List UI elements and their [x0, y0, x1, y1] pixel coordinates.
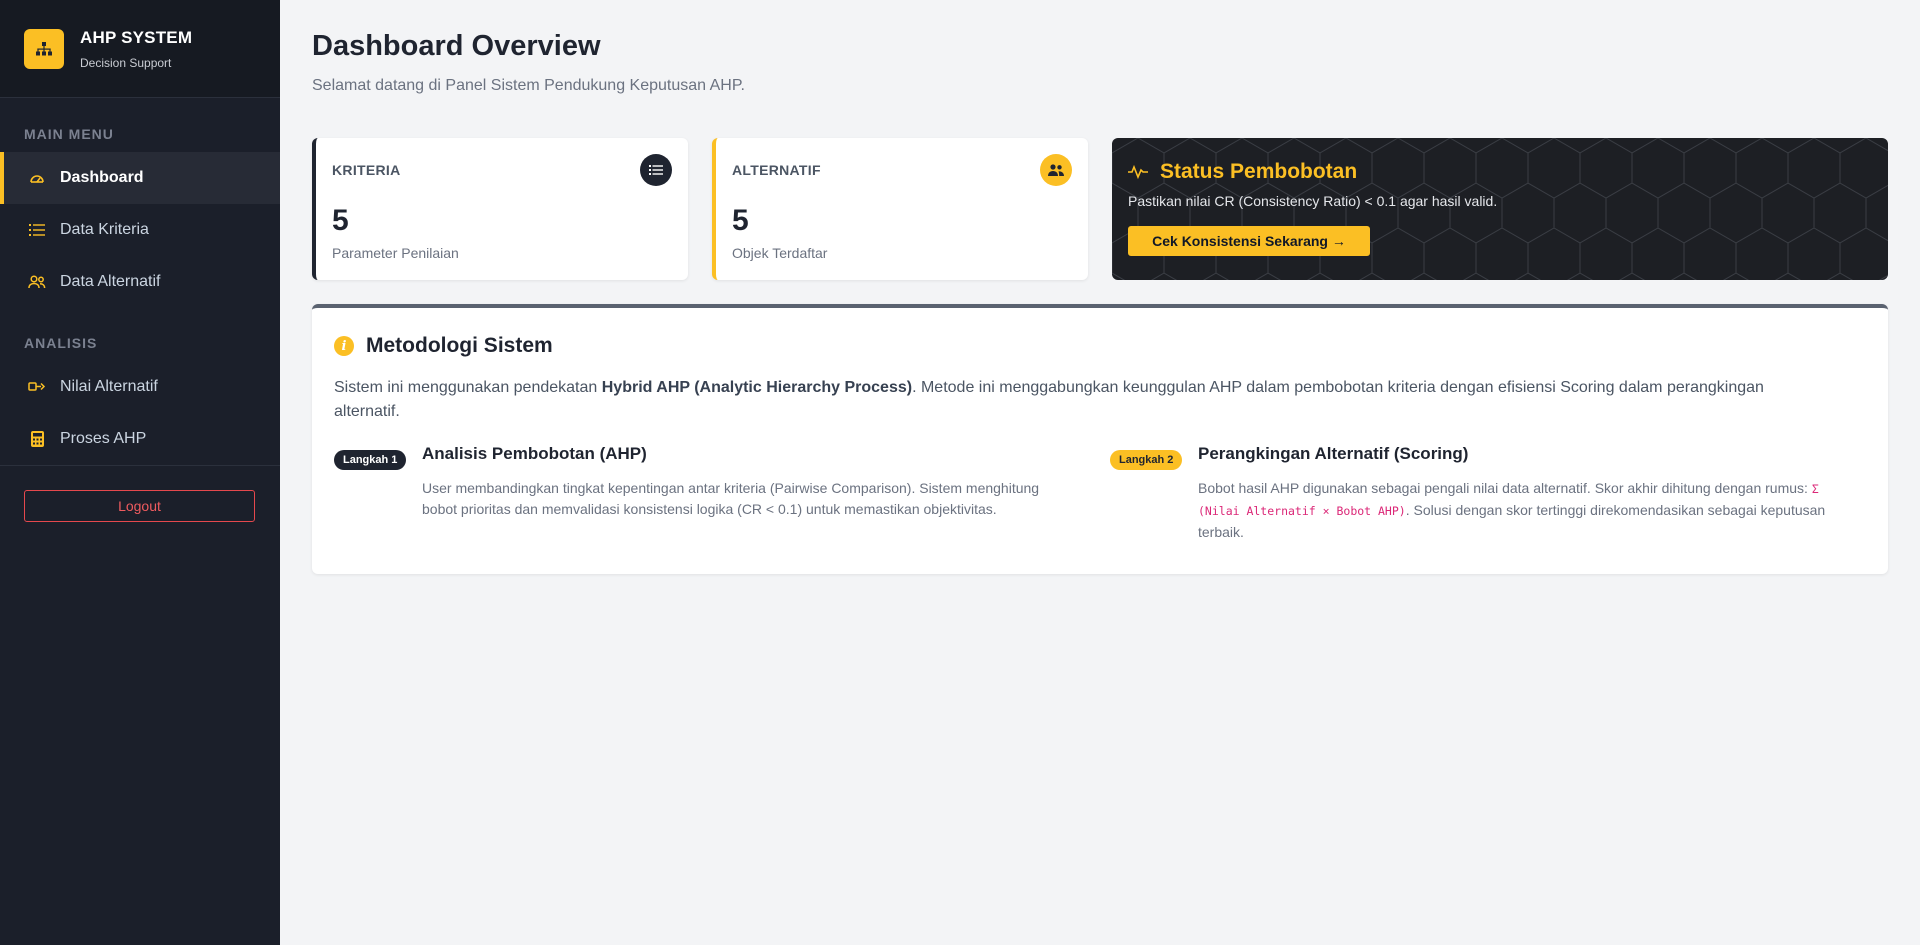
methodology-title: Metodologi Sistem — [366, 334, 553, 357]
sidebar-item-label: Proses AHP — [60, 430, 147, 447]
step-title: Perangkingan Alternatif (Scoring) — [1198, 444, 1469, 463]
card-label: ALTERNATIF — [732, 162, 821, 178]
status-text: Pastikan nilai CR (Consistency Ratio) < … — [1128, 193, 1498, 209]
methodology-panel: i Metodologi Sistem Sistem ini menggunak… — [312, 304, 1888, 574]
kriteria-card: KRITERIA 5 Parameter Penilaian — [312, 138, 688, 280]
status-card: Status Pembobotan Pastikan nilai CR (Con… — [1112, 138, 1888, 280]
intro-bold: Hybrid AHP (Analytic Hierarchy Process) — [601, 379, 913, 396]
card-desc: Parameter Penilaian — [332, 245, 459, 261]
menu-heading-analysis: ANALISIS — [24, 335, 98, 351]
calculator-icon — [28, 430, 46, 448]
sidebar-item-data-kriteria[interactable]: Data Kriteria — [0, 204, 280, 256]
sidebar-item-label: Data Alternatif — [60, 273, 161, 290]
check-consistency-button[interactable]: Cek Konsistensi Sekarang → — [1128, 226, 1370, 256]
brand-subtitle: Decision Support — [80, 55, 172, 70]
list-icon — [640, 154, 672, 186]
sidebar-item-label: Nilai Alternatif — [60, 378, 158, 395]
users-icon — [1040, 154, 1072, 186]
sidebar-item-label: Dashboard — [60, 169, 144, 186]
menu-heading-main: MAIN MENU — [24, 126, 114, 142]
step-badge: Langkah 2 — [1110, 450, 1183, 470]
sitemap-icon — [24, 28, 64, 69]
sidebar-item-dashboard[interactable]: Dashboard — [0, 152, 280, 204]
methodology-header: i Metodologi Sistem — [334, 334, 553, 358]
page-subtitle: Selamat datang di Panel Sistem Pendukung… — [312, 77, 745, 94]
users-icon — [28, 273, 46, 291]
sidebar-divider — [0, 465, 280, 466]
step-badge: Langkah 1 — [334, 450, 407, 470]
sidebar-item-data-alternatif[interactable]: Data Alternatif — [0, 256, 280, 308]
page-title: Dashboard Overview — [312, 30, 601, 62]
brand: AHP SYSTEM Decision Support — [0, 0, 280, 98]
card-value: 5 — [332, 204, 349, 237]
card-value: 5 — [732, 204, 749, 237]
sidebar: AHP SYSTEM Decision Support MAIN MENU Da… — [0, 0, 280, 945]
logout-button[interactable]: Logout — [24, 490, 255, 522]
sidebar-item-proses-ahp[interactable]: Proses AHP — [0, 413, 280, 465]
gauge-icon — [28, 169, 46, 187]
scale-icon — [28, 378, 46, 396]
card-desc: Objek Terdaftar — [732, 245, 828, 261]
intro-text: Sistem ini menggunakan pendekatan — [334, 379, 602, 396]
main-content: Dashboard Overview Selamat datang di Pan… — [280, 0, 1920, 945]
sidebar-item-nilai-alternatif[interactable]: Nilai Alternatif — [0, 361, 280, 413]
methodology-intro: Sistem ini menggunakan pendekatan Hybrid… — [334, 376, 1834, 424]
card-label: KRITERIA — [332, 162, 401, 178]
list-icon — [28, 221, 46, 239]
sidebar-item-label: Data Kriteria — [60, 221, 149, 238]
alternatif-card: ALTERNATIF 5 Objek Terdaftar — [712, 138, 1088, 280]
step-desc: Bobot hasil AHP digunakan sebagai pengal… — [1198, 478, 1840, 543]
status-title-text: Status Pembobotan — [1160, 160, 1358, 183]
step-desc: User membandingkan tingkat kepentingan a… — [422, 480, 1040, 517]
pulse-icon — [1128, 164, 1148, 180]
step-title: Analisis Pembobotan (AHP) — [422, 444, 647, 463]
brand-title: AHP SYSTEM — [80, 27, 193, 47]
status-title: Status Pembobotan — [1128, 160, 1357, 184]
info-icon: i — [334, 336, 354, 356]
step-desc-text: Bobot hasil AHP digunakan sebagai pengal… — [1198, 480, 1812, 496]
